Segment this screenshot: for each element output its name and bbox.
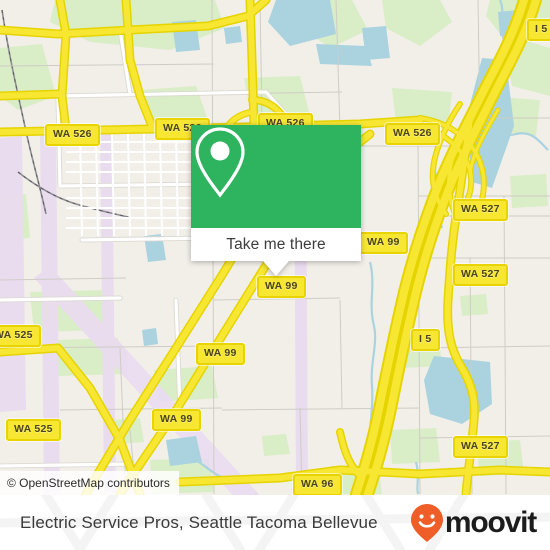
- location-popup[interactable]: Take me there: [191, 125, 361, 276]
- popup-pointer-tail: [263, 261, 289, 276]
- popup-action-bar[interactable]: Take me there: [191, 228, 361, 276]
- map-pin-icon: [195, 127, 245, 198]
- place-title: Electric Service Pros, Seattle Tacoma Be…: [20, 512, 378, 532]
- highway-shield: WA 99: [152, 409, 201, 431]
- highway-shield: WA 99: [359, 232, 408, 254]
- highway-shield: WA 525: [0, 325, 41, 347]
- moovit-wordmark: moovit: [444, 505, 537, 539]
- take-me-there-label: Take me there: [226, 235, 326, 253]
- highway-shield: WA 525: [6, 419, 61, 441]
- highway-shield: WA 526: [385, 123, 440, 145]
- moovit-brand[interactable]: moovit: [410, 503, 537, 543]
- highway-shield: WA 96: [293, 474, 342, 495]
- screenshot-root: WA 526 WA 526 WA 526 WA 526 I 5 WA 527 WA 527 W…: [0, 0, 550, 550]
- highway-shield: WA 527: [453, 436, 508, 458]
- map-canvas[interactable]: WA 526 WA 526 WA 526 WA 526 I 5 WA 527 WA 527 W…: [0, 0, 550, 495]
- map-attribution[interactable]: © OpenStreetMap contributors: [0, 470, 179, 495]
- popup-header: [191, 125, 361, 228]
- highway-shield: WA 527: [453, 264, 508, 286]
- highway-shield: WA 527: [453, 199, 508, 221]
- highway-shield: WA 99: [257, 276, 306, 298]
- highway-shield: WA 526: [45, 124, 100, 146]
- highway-shield: I 5: [411, 329, 440, 351]
- highway-shield: WA 99: [196, 343, 245, 365]
- footer-bar: Electric Service Pros, Seattle Tacoma Be…: [0, 495, 550, 550]
- moovit-smiley-pin-icon: [410, 503, 443, 542]
- highway-shield: I 5: [527, 19, 550, 41]
